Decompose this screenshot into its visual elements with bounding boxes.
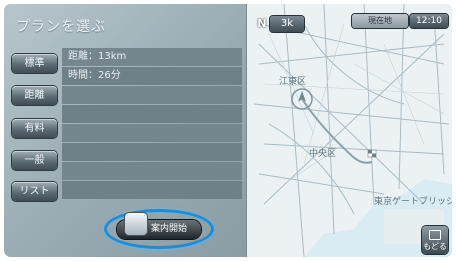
start-guidance-button[interactable]: 案内開始 [117,213,201,239]
plan-select-panel: プランを選ぶ 標準 距離 有料 一般 リスト 距離：13km 時間：26分 案内… [4,4,247,257]
plan-general-button[interactable]: 一般 [12,151,57,170]
clock: 12:10 [410,14,448,28]
navigation-screen: 江東区 中央区 東京ゲートブリッジ N 3k 現在地 12:10 もどる プラン… [4,4,452,257]
detail-row [62,124,242,142]
plan-distance-button[interactable]: 距離 [12,86,57,105]
plan-toll-button[interactable]: 有料 [12,119,57,138]
detail-row: 距離：13km [62,48,242,66]
map-label-chuoku: 中央区 [309,149,337,159]
car-icon [125,213,147,235]
detail-row [62,105,242,123]
detail-row [62,181,242,199]
plan-details-list: 距離：13km 時間：26分 [62,48,242,208]
plan-standard-button[interactable]: 標準 [12,54,57,73]
map-scale-button[interactable]: 3k [270,16,304,32]
detail-row [62,143,242,161]
detail-row [62,162,242,180]
map-label-kotoku: 江東区 [279,77,307,87]
north-indicator[interactable]: N [254,16,270,32]
current-location-chip[interactable]: 現在地 [352,14,408,28]
start-guidance-highlight: 案内開始 [104,209,214,249]
detail-row [62,86,242,104]
back-button[interactable]: もどる [422,226,448,254]
back-label: もどる [423,242,447,251]
list-button[interactable]: リスト [12,182,57,201]
detail-row: 時間：26分 [62,67,242,85]
map-label-bridge: 東京ゲートブリッジ [374,197,452,207]
panel-title: プランを選ぶ [16,19,106,35]
start-guidance-label: 案内開始 [151,224,188,234]
back-icon [429,230,441,240]
